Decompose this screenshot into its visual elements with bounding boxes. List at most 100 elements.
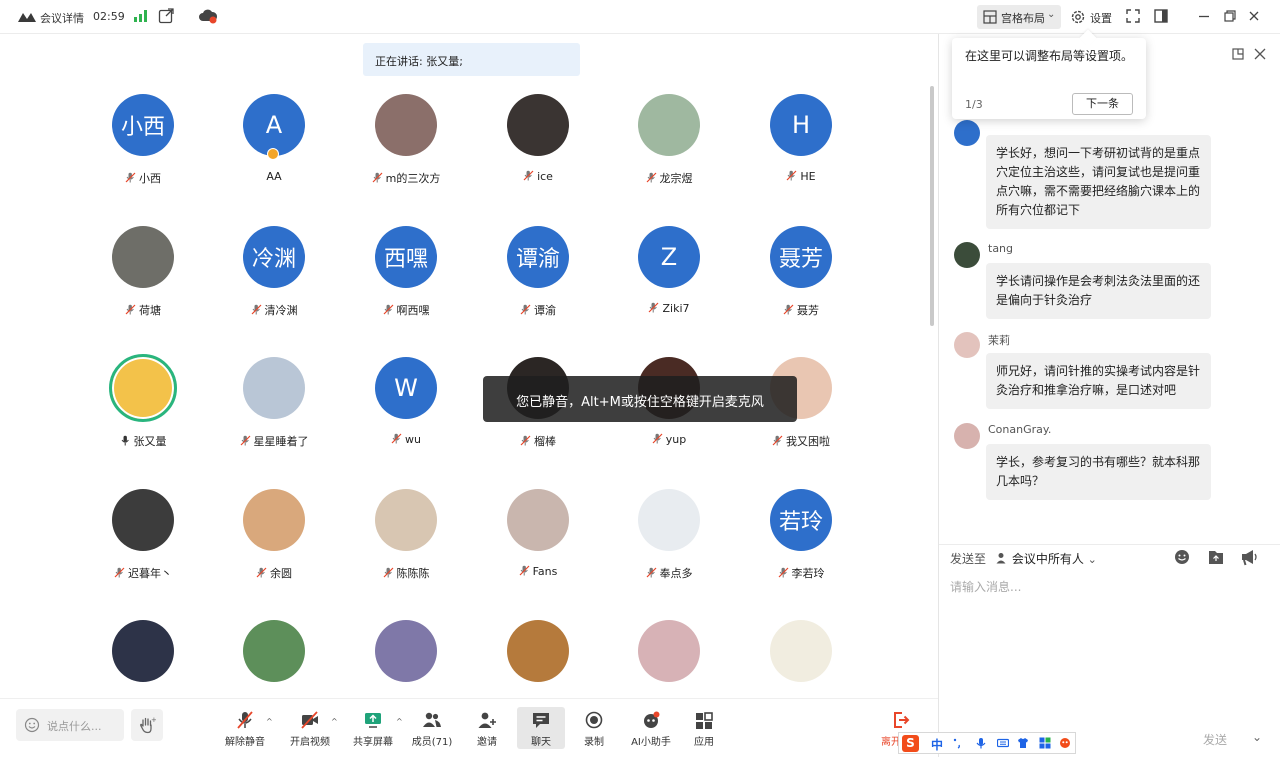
participant-tile[interactable] bbox=[224, 604, 324, 698]
meeting-details-link[interactable]: 会议详情 bbox=[40, 10, 84, 26]
voice-input-icon[interactable] bbox=[975, 737, 987, 749]
toolbox-icon[interactable] bbox=[1039, 737, 1051, 749]
close-panel-icon[interactable] bbox=[1254, 48, 1266, 60]
participant-name-text: 清冷渊 bbox=[264, 304, 298, 317]
avatar bbox=[638, 94, 700, 156]
avatar bbox=[112, 226, 174, 288]
apps-button[interactable]: 应用 bbox=[683, 707, 725, 749]
chevron-up-icon[interactable]: ^ bbox=[331, 717, 338, 726]
participant-tile[interactable] bbox=[488, 604, 588, 698]
participant-tile[interactable]: 张又量 bbox=[93, 341, 193, 451]
muted-toast-label: 您已静音，Alt+M或按住空格键开启麦克风 bbox=[516, 395, 764, 410]
file-icon[interactable] bbox=[1209, 551, 1223, 564]
avatar bbox=[243, 489, 305, 551]
send-button[interactable]: 发送 bbox=[1203, 731, 1227, 748]
avatar bbox=[112, 489, 174, 551]
grid-scrollbar[interactable] bbox=[930, 86, 934, 326]
emoji-icon[interactable] bbox=[1175, 550, 1189, 564]
raise-hand-button[interactable]: + bbox=[131, 709, 163, 741]
participant-tile[interactable]: 若玲 李若玲 bbox=[751, 473, 851, 583]
chat-button[interactable]: 聊天 bbox=[517, 707, 565, 749]
mic-muted-icon bbox=[523, 170, 534, 181]
cloud-record-icon[interactable] bbox=[198, 8, 218, 25]
grid-layout-button[interactable]: 宫格布局 ⌄ bbox=[977, 5, 1061, 29]
participant-tile[interactable]: 奉点多 bbox=[619, 473, 719, 583]
keyboard-icon[interactable] bbox=[997, 737, 1009, 749]
participant-name-text: 啊西嘿 bbox=[396, 304, 430, 317]
popout-icon[interactable] bbox=[1232, 48, 1244, 60]
participant-tile[interactable]: 小西 小西 bbox=[93, 78, 193, 188]
share-link-icon[interactable] bbox=[158, 8, 174, 24]
participant-name-text: AA bbox=[266, 170, 282, 183]
participant-tile[interactable]: 聂芳 聂芳 bbox=[751, 210, 851, 320]
participant-tile[interactable]: 星星睡着了 bbox=[224, 341, 324, 451]
toolbar-label: 录制 bbox=[584, 737, 604, 748]
avatar bbox=[770, 620, 832, 682]
avatar[interactable] bbox=[954, 120, 980, 146]
mic-off-button[interactable]: 解除静音 ^ bbox=[222, 707, 273, 749]
participant-tile[interactable]: 余圆 bbox=[224, 473, 324, 583]
speaking-indicator: 正在讲话: 张又量; bbox=[363, 43, 580, 76]
participant-tile[interactable]: Z Ziki7 bbox=[619, 210, 719, 320]
participant-tile[interactable]: 西嘿 啊西嘿 bbox=[356, 210, 456, 320]
restore-icon[interactable] bbox=[1222, 8, 1238, 24]
mic-muted-icon bbox=[520, 304, 531, 315]
signal-icon[interactable] bbox=[132, 9, 148, 23]
participant-tile[interactable]: 谭渝 谭渝 bbox=[488, 210, 588, 320]
avatar[interactable] bbox=[954, 423, 980, 449]
participant-tile[interactable] bbox=[93, 604, 193, 698]
send-options-icon[interactable]: ⌄ bbox=[1252, 730, 1262, 744]
skin-icon[interactable] bbox=[1017, 737, 1029, 749]
ime-language[interactable]: 中 bbox=[931, 736, 943, 753]
participant-tile[interactable]: Fans bbox=[488, 473, 588, 583]
avatar[interactable] bbox=[954, 242, 980, 268]
chat-input[interactable]: 请输入消息... bbox=[950, 578, 1021, 595]
record-button[interactable]: 录制 bbox=[573, 707, 615, 749]
participant-tile[interactable]: 迟暮年丶 bbox=[93, 473, 193, 583]
participant-tile[interactable]: 龙宗煜 bbox=[619, 78, 719, 188]
settings-button[interactable]: 设置 bbox=[1068, 5, 1116, 29]
tooltip-next-button[interactable]: 下一条 bbox=[1072, 93, 1133, 115]
participant-name: ice bbox=[488, 170, 588, 183]
participant-tile[interactable] bbox=[751, 604, 851, 698]
participant-name: 清冷渊 bbox=[224, 302, 324, 318]
toggle-sidebar-icon[interactable] bbox=[1153, 8, 1169, 24]
participant-tile[interactable]: m的三次方 bbox=[356, 78, 456, 188]
video-off-button[interactable]: 开启视频 ^ bbox=[287, 707, 338, 749]
ime-logo-icon[interactable]: S bbox=[902, 735, 919, 752]
participant-tile[interactable]: H HE bbox=[751, 78, 851, 188]
participant-tile[interactable] bbox=[619, 604, 719, 698]
ime-mascot-icon[interactable] bbox=[1059, 737, 1071, 749]
members-button[interactable]: 成员(71) bbox=[410, 707, 454, 749]
chevron-up-icon[interactable]: ^ bbox=[266, 717, 273, 726]
avatar: 聂芳 bbox=[770, 226, 832, 288]
toolbar-label: 聊天 bbox=[531, 737, 551, 748]
ai-assistant-button[interactable]: AI小助手 bbox=[627, 707, 675, 749]
toolbar-label: 开启视频 bbox=[290, 737, 330, 748]
mic-muted-icon bbox=[646, 567, 656, 578]
fullscreen-icon[interactable] bbox=[1125, 8, 1141, 24]
participant-tile[interactable]: 陈陈陈 bbox=[356, 473, 456, 583]
announcement-icon[interactable] bbox=[1242, 550, 1257, 566]
send-to-selector[interactable]: 会议中所有人 ⌄ bbox=[996, 550, 1097, 567]
close-icon[interactable] bbox=[1246, 8, 1262, 24]
mic-muted-icon bbox=[649, 302, 659, 313]
share-screen-button[interactable]: 共享屏幕 ^ bbox=[350, 707, 403, 749]
invite-button[interactable]: 邀请 bbox=[467, 707, 507, 749]
participant-tile[interactable]: 荷塘 bbox=[93, 210, 193, 320]
participant-tile[interactable] bbox=[356, 604, 456, 698]
punctuation-icon[interactable] bbox=[951, 737, 963, 749]
participant-tile[interactable]: Wwu bbox=[356, 341, 456, 451]
quick-comment-input[interactable]: 说点什么... bbox=[16, 709, 124, 741]
mic-muted-icon bbox=[778, 567, 788, 578]
avatar[interactable] bbox=[954, 332, 980, 358]
chevron-up-icon[interactable]: ^ bbox=[396, 717, 403, 726]
participant-name-text: 小西 bbox=[139, 172, 161, 185]
minimize-icon[interactable] bbox=[1196, 8, 1212, 24]
leave-icon bbox=[894, 712, 910, 728]
meeting-window: 会议详情 02:59 宫格布局 ⌄ 设置 正在讲话: 张又量; 小西 小西 A … bbox=[0, 0, 1280, 757]
participant-tile[interactable]: ice bbox=[488, 78, 588, 188]
participant-tile[interactable]: A AA bbox=[224, 78, 324, 188]
chevron-down-icon: ⌄ bbox=[1047, 9, 1056, 20]
participant-tile[interactable]: 冷渊 清冷渊 bbox=[224, 210, 324, 320]
